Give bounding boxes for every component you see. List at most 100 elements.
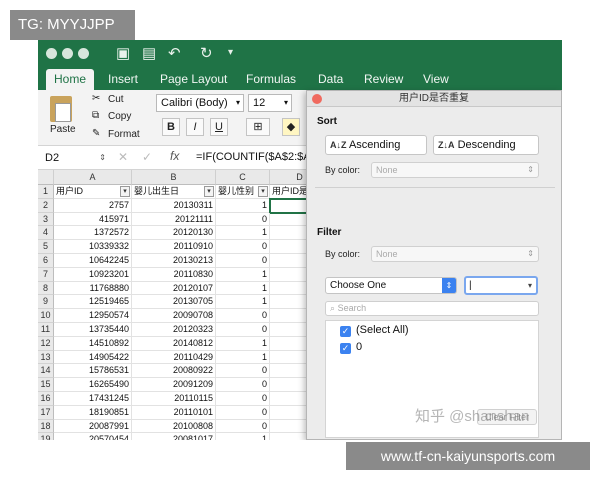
table-cell[interactable]: 1 bbox=[216, 433, 270, 440]
table-cell[interactable]: 1 bbox=[216, 226, 270, 241]
row-header[interactable]: 5 bbox=[38, 240, 54, 254]
table-cell[interactable]: 0 bbox=[216, 323, 270, 337]
table-cell[interactable]: 20090708 bbox=[132, 309, 216, 323]
table-cell[interactable]: 12950574 bbox=[54, 309, 132, 323]
tab-home[interactable]: Home bbox=[46, 69, 95, 90]
row-header[interactable]: 19 bbox=[38, 433, 54, 440]
table-cell[interactable]: 20110830 bbox=[132, 267, 216, 282]
value-0-checkbox[interactable]: ✓ bbox=[340, 343, 351, 354]
table-cell[interactable]: 20087991 bbox=[54, 419, 132, 434]
customize-toolbar-icon[interactable]: ▾ bbox=[228, 47, 233, 58]
tab-page-layout[interactable]: Page Layout bbox=[152, 69, 235, 90]
table-cell[interactable]: 0 bbox=[216, 392, 270, 406]
save-icon[interactable]: ▤ bbox=[142, 44, 156, 62]
table-cell[interactable]: 10642245 bbox=[54, 254, 132, 268]
row-header[interactable]: 16 bbox=[38, 392, 54, 406]
table-cell[interactable]: 20120323 bbox=[132, 323, 216, 337]
minimize-window-button[interactable] bbox=[62, 48, 73, 59]
tab-formulas[interactable]: Formulas bbox=[238, 69, 304, 90]
header-cell[interactable]: 婴儿出生日 ▾ bbox=[132, 185, 216, 199]
table-cell[interactable]: 1372572 bbox=[54, 226, 132, 241]
formula-input[interactable]: =IF(COUNTIF($A$2:$A$ bbox=[196, 151, 317, 163]
row-header[interactable]: 12 bbox=[38, 336, 54, 351]
table-cell[interactable]: 20130705 bbox=[132, 295, 216, 310]
table-cell[interactable]: 18190851 bbox=[54, 405, 132, 420]
copy-button[interactable]: Copy bbox=[108, 111, 131, 122]
table-cell[interactable]: 20110910 bbox=[132, 240, 216, 254]
cut-button[interactable]: Cut bbox=[108, 94, 124, 105]
tab-review[interactable]: Review bbox=[356, 69, 411, 90]
table-cell[interactable]: 0 bbox=[216, 254, 270, 268]
row-header[interactable]: 13 bbox=[38, 350, 54, 365]
row-header[interactable]: 18 bbox=[38, 419, 54, 434]
column-header[interactable]: A bbox=[54, 170, 132, 185]
value-0-label[interactable]: 0 bbox=[356, 341, 362, 353]
table-cell[interactable]: 20110115 bbox=[132, 392, 216, 406]
filter-search-input[interactable]: ⌕ Search bbox=[325, 301, 539, 316]
table-cell[interactable]: 0 bbox=[216, 212, 270, 227]
table-cell[interactable]: 20110101 bbox=[132, 405, 216, 420]
sort-ascending-button[interactable]: A↓Z Ascending bbox=[325, 135, 427, 155]
undo-icon[interactable]: ↶ bbox=[168, 44, 181, 62]
filter-dropdown-icon[interactable]: ▾ bbox=[258, 186, 268, 197]
table-cell[interactable]: 1 bbox=[216, 281, 270, 296]
table-cell[interactable]: 0 bbox=[216, 240, 270, 254]
row-header[interactable]: 2 bbox=[38, 198, 54, 213]
name-box[interactable]: D2 ⇕ bbox=[42, 149, 108, 167]
row-header[interactable]: 15 bbox=[38, 378, 54, 392]
row-header[interactable]: 10 bbox=[38, 309, 54, 323]
table-cell[interactable]: 20120107 bbox=[132, 281, 216, 296]
chevron-down-icon[interactable]: ▾ bbox=[528, 278, 532, 293]
row-header[interactable]: 9 bbox=[38, 295, 54, 310]
font-size-select[interactable]: 12 ▾ bbox=[248, 94, 292, 112]
table-cell[interactable]: 20140812 bbox=[132, 336, 216, 351]
select-all-label[interactable]: (Select All) bbox=[356, 324, 409, 336]
column-header[interactable]: C bbox=[216, 170, 270, 185]
borders-icon[interactable]: ⊞ bbox=[246, 118, 270, 136]
filter-value-input[interactable]: | ▾ bbox=[464, 276, 538, 295]
select-all-corner[interactable] bbox=[38, 170, 54, 185]
popup-close-button[interactable] bbox=[312, 94, 322, 104]
table-cell[interactable]: 1 bbox=[216, 350, 270, 365]
row-header[interactable]: 3 bbox=[38, 212, 54, 227]
table-cell[interactable]: 0 bbox=[216, 419, 270, 434]
table-cell[interactable]: 20130311 bbox=[132, 198, 216, 213]
table-cell[interactable]: 10923201 bbox=[54, 267, 132, 282]
font-name-select[interactable]: Calibri (Body) ▾ bbox=[156, 94, 244, 112]
table-cell[interactable]: 0 bbox=[216, 364, 270, 379]
table-cell[interactable]: 0 bbox=[216, 405, 270, 420]
table-cell[interactable]: 20080922 bbox=[132, 364, 216, 379]
row-header[interactable]: 6 bbox=[38, 254, 54, 268]
table-cell[interactable]: 0 bbox=[216, 309, 270, 323]
filter-dropdown-icon[interactable]: ▾ bbox=[120, 186, 130, 197]
table-cell[interactable]: 20130213 bbox=[132, 254, 216, 268]
scissors-icon[interactable]: ✂ bbox=[92, 93, 100, 104]
table-cell[interactable]: 20121111 bbox=[132, 212, 216, 227]
table-cell[interactable]: 20100808 bbox=[132, 419, 216, 434]
table-cell[interactable]: 20120130 bbox=[132, 226, 216, 241]
row-header[interactable]: 8 bbox=[38, 281, 54, 296]
table-cell[interactable]: 17431245 bbox=[54, 392, 132, 406]
filter-by-color-select[interactable]: None ⇕ bbox=[371, 246, 539, 262]
close-window-button[interactable] bbox=[46, 48, 57, 59]
table-cell[interactable]: 12519465 bbox=[54, 295, 132, 310]
table-cell[interactable]: 2757 bbox=[54, 198, 132, 213]
table-cell[interactable]: 20570454 bbox=[54, 433, 132, 440]
table-cell[interactable]: 20091209 bbox=[132, 378, 216, 392]
header-cell[interactable]: 用户ID ▾ bbox=[54, 185, 132, 199]
table-cell[interactable]: 20110429 bbox=[132, 350, 216, 365]
insert-function-button[interactable]: fx bbox=[170, 149, 179, 163]
paste-button[interactable]: Paste bbox=[50, 124, 76, 135]
table-cell[interactable]: 1 bbox=[216, 336, 270, 351]
redo-icon[interactable]: ↻ bbox=[200, 44, 213, 62]
fill-color-icon[interactable]: ◆ bbox=[282, 118, 300, 136]
filter-dropdown-icon[interactable]: ▾ bbox=[204, 186, 214, 197]
table-cell[interactable]: 15786531 bbox=[54, 364, 132, 379]
sort-by-color-select[interactable]: None ⇕ bbox=[371, 162, 539, 178]
table-cell[interactable]: 20081017 bbox=[132, 433, 216, 440]
sidebar-icon[interactable]: ▣ bbox=[116, 44, 130, 62]
sort-descending-button[interactable]: Z↓A Descending bbox=[433, 135, 539, 155]
row-header[interactable]: 17 bbox=[38, 405, 54, 420]
confirm-icon[interactable]: ✓ bbox=[142, 150, 152, 164]
row-header[interactable]: 14 bbox=[38, 364, 54, 379]
